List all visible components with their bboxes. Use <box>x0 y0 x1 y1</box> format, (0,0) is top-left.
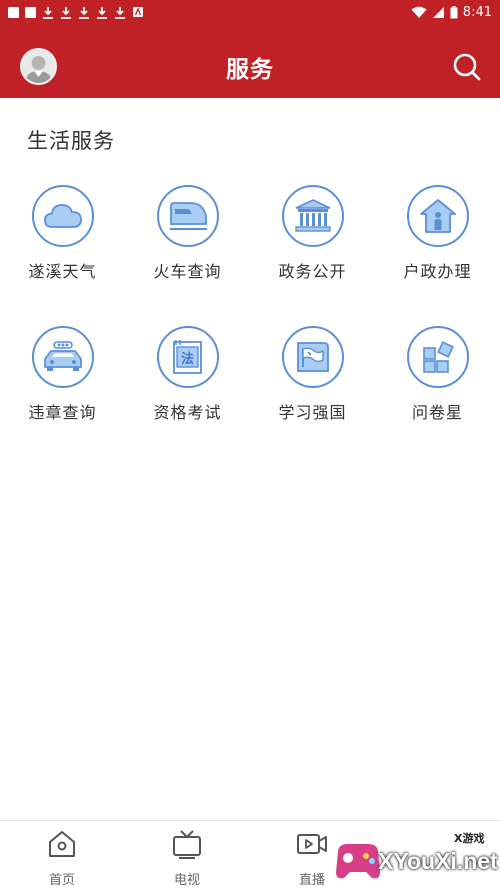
battery-icon <box>450 5 458 18</box>
system-icons: 8:41 <box>411 5 492 20</box>
service-label: 违章查询 <box>28 403 97 422</box>
status-bar: 8:41 <box>0 0 500 24</box>
service-icon-circle <box>281 326 344 388</box>
svg-text:法: 法 <box>180 351 193 367</box>
service-label: 户政办理 <box>403 262 472 281</box>
nav-tab-home[interactable]: 首页 <box>22 829 102 888</box>
video-camera-icon <box>297 834 327 854</box>
app-notification-icon <box>132 6 144 19</box>
download-icon <box>42 6 54 19</box>
service-household[interactable]: 户政办理 <box>375 185 500 282</box>
government-building-icon <box>294 199 331 232</box>
service-icon-circle <box>31 326 94 388</box>
train-icon <box>169 202 207 230</box>
search-button[interactable] <box>452 52 482 82</box>
service-train[interactable]: 火车查询 <box>125 185 250 282</box>
nav-label: 首页 <box>48 873 75 888</box>
service-violation[interactable]: 违章查询 <box>0 326 125 423</box>
download-icon <box>114 6 126 19</box>
service-label: 资格考试 <box>153 403 222 422</box>
service-label: 政务公开 <box>278 262 347 281</box>
signal-icon <box>432 6 444 18</box>
questionnaire-blocks-icon <box>422 341 454 373</box>
service-icon-circle <box>406 185 469 247</box>
cloud-icon <box>43 204 82 228</box>
study-flag-icon <box>296 342 329 372</box>
service-label: 问卷星 <box>411 403 463 422</box>
service-icon-circle <box>31 185 94 247</box>
notification-square-icon <box>25 6 36 18</box>
service-questionnaire[interactable]: 问卷星 <box>375 326 500 423</box>
service-weather[interactable]: 遂溪天气 <box>0 185 125 282</box>
service-icon-circle <box>406 326 469 388</box>
watermark-text: XYouXi.net <box>378 848 498 874</box>
service-icon-circle: 法 <box>156 326 219 388</box>
home-icon <box>49 831 75 857</box>
watermark-logo: X游戏 XYouXi.net <box>330 826 500 890</box>
notification-icons <box>8 6 144 19</box>
nav-tab-tv[interactable]: 电视 <box>147 829 227 888</box>
service-label: 火车查询 <box>153 262 222 281</box>
service-label: 遂溪天气 <box>28 262 97 281</box>
nav-label: 电视 <box>173 873 200 888</box>
search-icon <box>453 53 481 81</box>
service-exam[interactable]: 法 资格考试 <box>125 326 250 423</box>
tv-icon <box>173 830 201 859</box>
service-label: 学习强国 <box>278 403 347 422</box>
download-icon <box>78 6 90 19</box>
section-title: 生活服务 <box>27 129 115 153</box>
household-house-icon <box>419 199 456 233</box>
status-time: 8:41 <box>462 4 492 20</box>
service-icon-circle <box>156 185 219 247</box>
service-icon-circle <box>281 185 344 247</box>
page-title: 服务 <box>226 57 274 83</box>
service-study[interactable]: 学习强国 <box>250 326 375 423</box>
watermark-small-text: X游戏 <box>454 832 485 845</box>
service-government[interactable]: 政务公开 <box>250 185 375 282</box>
download-icon <box>96 6 108 19</box>
law-book-icon: 法 <box>172 340 202 374</box>
app-bar: 服务 <box>0 24 500 98</box>
car-icon <box>43 341 82 371</box>
notification-square-icon <box>8 6 19 18</box>
download-icon <box>60 6 72 19</box>
wifi-icon <box>411 6 427 18</box>
